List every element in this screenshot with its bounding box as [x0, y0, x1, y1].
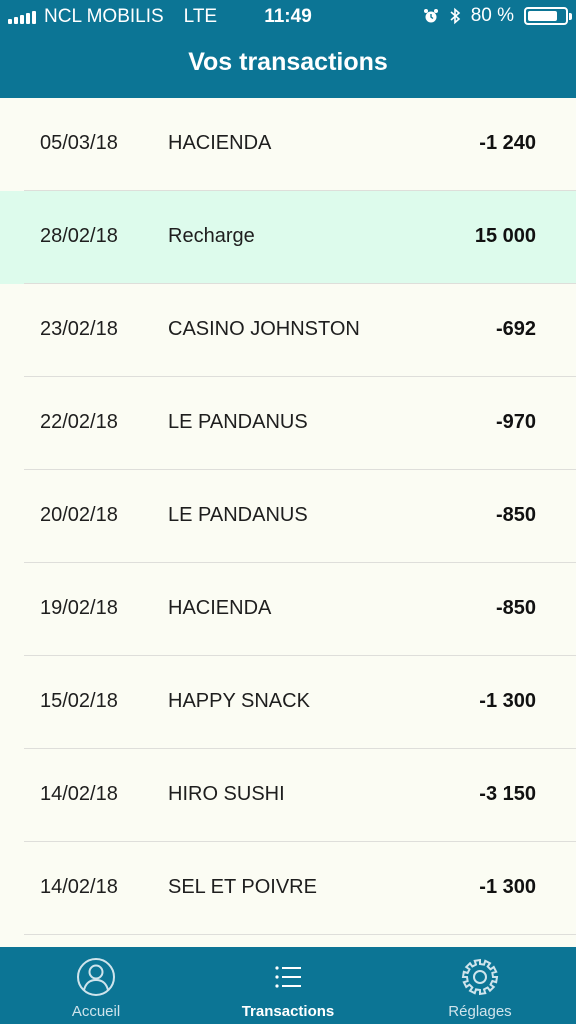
- transaction-row[interactable]: 15/02/18 HAPPY SNACK -1 300: [0, 656, 576, 749]
- alarm-icon: [423, 9, 438, 23]
- battery-icon: [524, 7, 572, 25]
- transaction-date: 28/02/18: [40, 225, 118, 247]
- transaction-date: 23/02/18: [40, 318, 118, 340]
- transaction-amount: -3 150: [479, 783, 536, 805]
- transaction-date: 14/02/18: [40, 876, 118, 898]
- tab-transactions[interactable]: Transactions: [192, 947, 384, 1024]
- transaction-row[interactable]: 05/03/18 HACIENDA -1 240: [0, 98, 576, 191]
- transaction-list[interactable]: 05/03/18 HACIENDA -1 240 28/02/18 Recharge 15…: [0, 98, 576, 935]
- user-circle-icon: [77, 958, 115, 996]
- transaction-amount: -1 300: [479, 876, 536, 898]
- transaction-label: HIRO SUSHI: [168, 783, 285, 805]
- tab-reglages[interactable]: Réglages: [384, 947, 576, 1024]
- bluetooth-icon: [450, 7, 460, 25]
- transaction-label: HACIENDA: [168, 597, 272, 619]
- status-right: 80 %: [423, 5, 572, 27]
- tab-accueil[interactable]: Accueil: [0, 947, 192, 1024]
- transaction-amount: -850: [495, 504, 536, 526]
- transaction-date: 14/02/18: [40, 783, 118, 805]
- transaction-row[interactable]: 14/02/18 SEL ET POIVRE -1 300: [0, 842, 576, 935]
- transaction-label: LE PANDANUS: [168, 411, 308, 433]
- gear-icon: [461, 958, 499, 996]
- transaction-label: LE PANDANUS: [168, 504, 308, 526]
- battery-level: [528, 11, 557, 21]
- transaction-label: HACIENDA: [168, 132, 272, 154]
- transaction-date: 05/03/18: [40, 132, 118, 154]
- tab-bar: Accueil Transactions Réglages: [0, 947, 576, 1024]
- page-title: Vos transactions: [188, 48, 388, 76]
- transaction-date: 22/02/18: [40, 411, 118, 433]
- transaction-date: 19/02/18: [40, 597, 118, 619]
- list-icon: [275, 966, 301, 988]
- transaction-label: HAPPY SNACK: [168, 690, 310, 712]
- transaction-row[interactable]: 22/02/18 LE PANDANUS -970: [0, 377, 576, 470]
- transaction-label: SEL ET POIVRE: [168, 876, 317, 898]
- transaction-row[interactable]: 19/02/18 HACIENDA -850: [0, 563, 576, 656]
- tab-label: Réglages: [448, 1003, 512, 1020]
- transaction-row[interactable]: 28/02/18 Recharge 15 000: [0, 191, 576, 284]
- transaction-amount: -1 240: [479, 132, 536, 154]
- transaction-amount: -1 300: [479, 690, 536, 712]
- transaction-row[interactable]: 23/02/18 CASINO JOHNSTON -692: [0, 284, 576, 377]
- transaction-row[interactable]: 20/02/18 LE PANDANUS -850: [0, 470, 576, 563]
- tab-label: Transactions: [241, 1003, 335, 1020]
- transaction-row[interactable]: 14/02/18 HIRO SUSHI -3 150: [0, 749, 576, 842]
- battery-percent: 80 %: [470, 5, 514, 26]
- transaction-amount: -692: [495, 318, 536, 340]
- transaction-amount: -970: [495, 411, 536, 433]
- status-bar: NCL MOBILIS LTE 11:49 80 %: [0, 0, 576, 34]
- tab-label: Accueil: [71, 1003, 121, 1020]
- transaction-amount: -850: [495, 597, 536, 619]
- transaction-date: 15/02/18: [40, 690, 118, 712]
- header: NCL MOBILIS LTE 11:49 80 % Vos transacti…: [0, 0, 576, 98]
- transaction-label: Recharge: [168, 225, 255, 247]
- transaction-date: 20/02/18: [40, 504, 118, 526]
- transaction-label: CASINO JOHNSTON: [168, 318, 360, 340]
- transaction-amount: 15 000: [474, 225, 536, 247]
